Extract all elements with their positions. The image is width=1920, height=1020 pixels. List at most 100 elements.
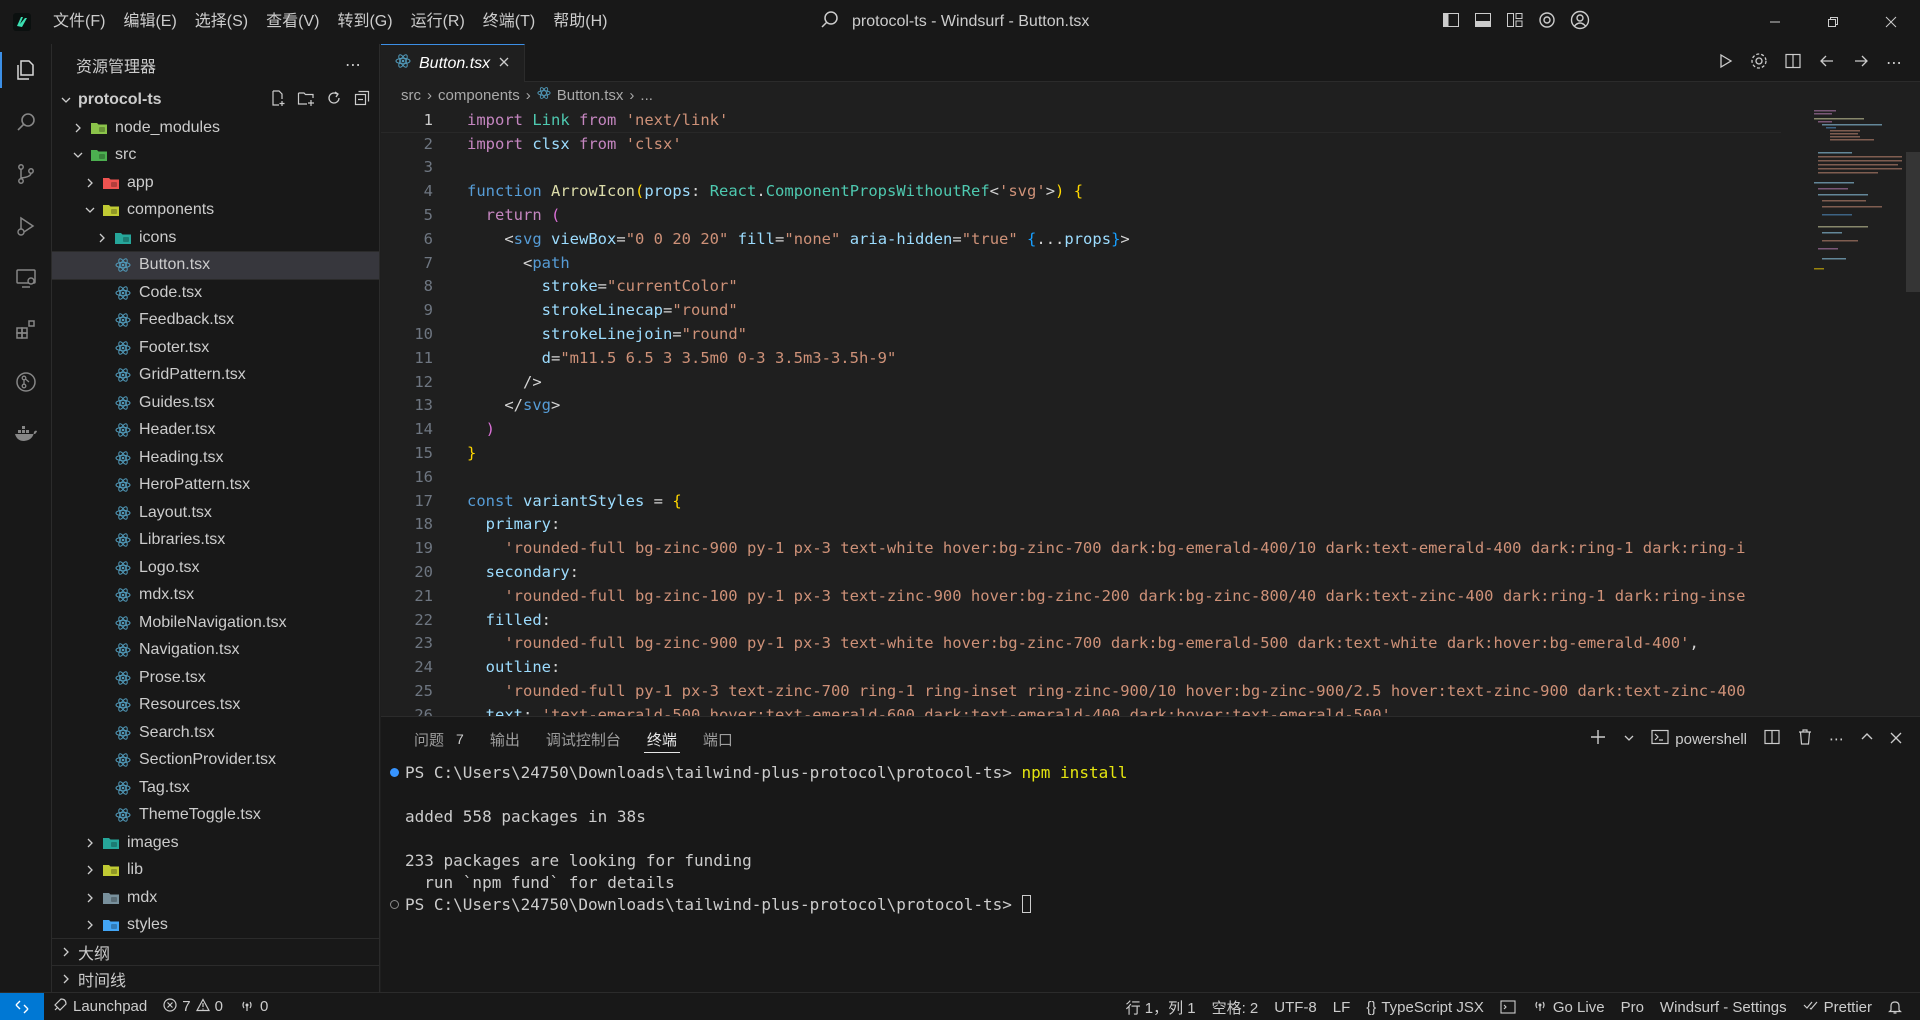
more-actions-icon[interactable]: ⋯ (345, 55, 361, 75)
menu-selection[interactable]: 选择(S) (186, 0, 257, 44)
tab-ports[interactable]: 端口 (690, 717, 746, 761)
menu-help[interactable]: 帮助(H) (544, 0, 616, 44)
tree-file[interactable]: Prose.tsx (52, 664, 379, 692)
code-line[interactable]: 8 stroke="currentColor" (381, 275, 1781, 299)
search-view-icon[interactable] (0, 96, 52, 148)
settings-gear-icon[interactable] (1750, 52, 1768, 75)
pro-badge[interactable]: Pro (1613, 993, 1652, 1020)
tree-folder[interactable]: app (52, 169, 379, 197)
launchpad-button[interactable]: Launchpad (44, 993, 155, 1020)
code-line[interactable]: 11 d="m11.5 6.5 3 3.5m0 0-3 3.5m3-3.5h-9… (381, 346, 1781, 370)
terminal-status-icon[interactable] (1492, 993, 1524, 1020)
tree-file[interactable]: Code.tsx (52, 279, 379, 307)
go-live-button[interactable]: Go Live (1524, 993, 1613, 1020)
outline-section[interactable]: 大纲 (52, 938, 380, 965)
customize-layout-icon[interactable] (1506, 11, 1524, 34)
split-terminal-icon[interactable] (1763, 728, 1781, 750)
close-window-icon[interactable] (1862, 0, 1920, 44)
code-line[interactable]: 20 secondary: (381, 560, 1781, 584)
menu-go[interactable]: 转到(G) (328, 0, 401, 44)
breadcrumb-components[interactable]: components (438, 87, 520, 104)
collapse-all-icon[interactable] (353, 89, 371, 112)
workspace-root[interactable]: protocol-ts (52, 86, 379, 114)
menu-file[interactable]: 文件(F) (44, 0, 114, 44)
editor-scrollbar[interactable] (1906, 108, 1920, 716)
new-terminal-icon[interactable] (1589, 728, 1607, 750)
code-line[interactable]: 18 primary: (381, 513, 1781, 537)
arrow-right-icon[interactable] (1852, 52, 1870, 75)
tree-file[interactable]: Button.tsx (51, 250, 380, 280)
ports-indicator[interactable]: 0 (231, 993, 276, 1020)
trash-icon[interactable] (1797, 728, 1813, 750)
arrow-left-icon[interactable] (1818, 52, 1836, 75)
new-folder-icon[interactable] (297, 89, 315, 112)
terminal-output[interactable]: PS C:\Users\24750\Downloads\tailwind-plu… (381, 761, 1881, 915)
menu-terminal[interactable]: 终端(T) (474, 0, 544, 44)
prettier-status[interactable]: Prettier (1795, 993, 1880, 1020)
encoding[interactable]: UTF-8 (1266, 993, 1325, 1020)
code-line[interactable]: 26 text: 'text-emerald-500 hover:text-em… (381, 703, 1781, 716)
account-icon[interactable] (1570, 10, 1590, 35)
tree-file[interactable]: Resources.tsx (52, 692, 379, 720)
toggle-primary-sidebar-icon[interactable] (1442, 11, 1460, 34)
docker-icon[interactable] (0, 408, 52, 460)
code-line[interactable]: 5 return ( (381, 203, 1781, 227)
code-line[interactable]: 24 outline: (381, 655, 1781, 679)
gitlens-icon[interactable] (0, 356, 52, 408)
code-line[interactable]: 13 </svg> (381, 394, 1781, 418)
breadcrumb-file[interactable]: Button.tsx (557, 87, 624, 104)
more-actions-icon[interactable]: ⋯ (1829, 730, 1844, 748)
copilot-icon[interactable] (1538, 11, 1556, 34)
minimize-icon[interactable] (1746, 0, 1804, 44)
tree-folder[interactable]: images (52, 829, 379, 857)
tab-problems[interactable]: 问题 7 (401, 717, 477, 761)
chevron-down-icon[interactable] (1623, 731, 1635, 748)
notifications-bell-icon[interactable] (1880, 993, 1910, 1020)
restore-icon[interactable] (1804, 0, 1862, 44)
code-line[interactable]: 15} (381, 441, 1781, 465)
code-line[interactable]: 14 ) (381, 417, 1781, 441)
timeline-section[interactable]: 时间线 (52, 965, 380, 992)
language-mode[interactable]: {} TypeScript JSX (1358, 993, 1492, 1020)
tab-button-tsx[interactable]: Button.tsx (381, 44, 526, 82)
code-line[interactable]: 25 'rounded-full py-1 px-3 text-zinc-700… (381, 679, 1781, 703)
tree-folder[interactable]: styles (52, 912, 379, 940)
tree-file[interactable]: Guides.tsx (52, 389, 379, 417)
shell-selector[interactable]: powershell (1651, 729, 1747, 749)
tree-folder[interactable]: src (52, 142, 379, 170)
tree-file[interactable]: Logo.tsx (52, 554, 379, 582)
code-line[interactable]: 4 function ArrowIcon(props: React.Compone… (381, 179, 1781, 203)
code-line[interactable]: 19 'rounded-full bg-zinc-900 py-1 px-3 t… (381, 536, 1781, 560)
source-control-icon[interactable] (0, 148, 52, 200)
tree-file[interactable]: Layout.tsx (52, 499, 379, 527)
tab-debug-console[interactable]: 调试控制台 (533, 717, 634, 761)
extensions-icon[interactable] (0, 304, 52, 356)
breadcrumb-src[interactable]: src (401, 87, 421, 104)
tree-file[interactable]: MobileNavigation.tsx (52, 609, 379, 637)
breadcrumb-symbol[interactable]: ... (640, 87, 653, 104)
scrollbar-thumb[interactable] (1906, 152, 1920, 292)
menu-run[interactable]: 运行(R) (402, 0, 474, 44)
code-line[interactable]: 22 filled: (381, 608, 1781, 632)
tree-file[interactable]: Search.tsx (52, 719, 379, 747)
tree-file[interactable]: GridPattern.tsx (52, 362, 379, 390)
code-line[interactable]: 12 /> (381, 370, 1781, 394)
split-editor-icon[interactable] (1784, 52, 1802, 75)
run-icon[interactable] (1718, 53, 1734, 74)
remote-explorer-icon[interactable] (0, 252, 52, 304)
code-line[interactable]: 17 const variantStyles = { (381, 489, 1781, 513)
tree-folder[interactable]: components (52, 197, 379, 225)
remote-indicator-icon[interactable] (0, 992, 44, 1020)
menu-view[interactable]: 查看(V) (257, 0, 328, 44)
code-line[interactable]: 23 'rounded-full bg-zinc-900 py-1 px-3 t… (381, 632, 1781, 656)
code-line[interactable]: 9 strokeLinecap="round" (381, 298, 1781, 322)
windsurf-logo-icon[interactable] (0, 0, 44, 44)
code-editor[interactable]: 1 import Link from 'next/link' 2 import cls… (381, 108, 1781, 716)
minimap[interactable] (1810, 108, 1904, 288)
end-of-line[interactable]: LF (1325, 993, 1359, 1020)
tree-file[interactable]: Tag.tsx (52, 774, 379, 802)
tree-file[interactable]: mdx.tsx (52, 582, 379, 610)
tree-file[interactable]: Footer.tsx (52, 334, 379, 362)
code-line[interactable]: 10 strokeLinejoin="round" (381, 322, 1781, 346)
windsurf-settings[interactable]: Windsurf - Settings (1652, 993, 1795, 1020)
